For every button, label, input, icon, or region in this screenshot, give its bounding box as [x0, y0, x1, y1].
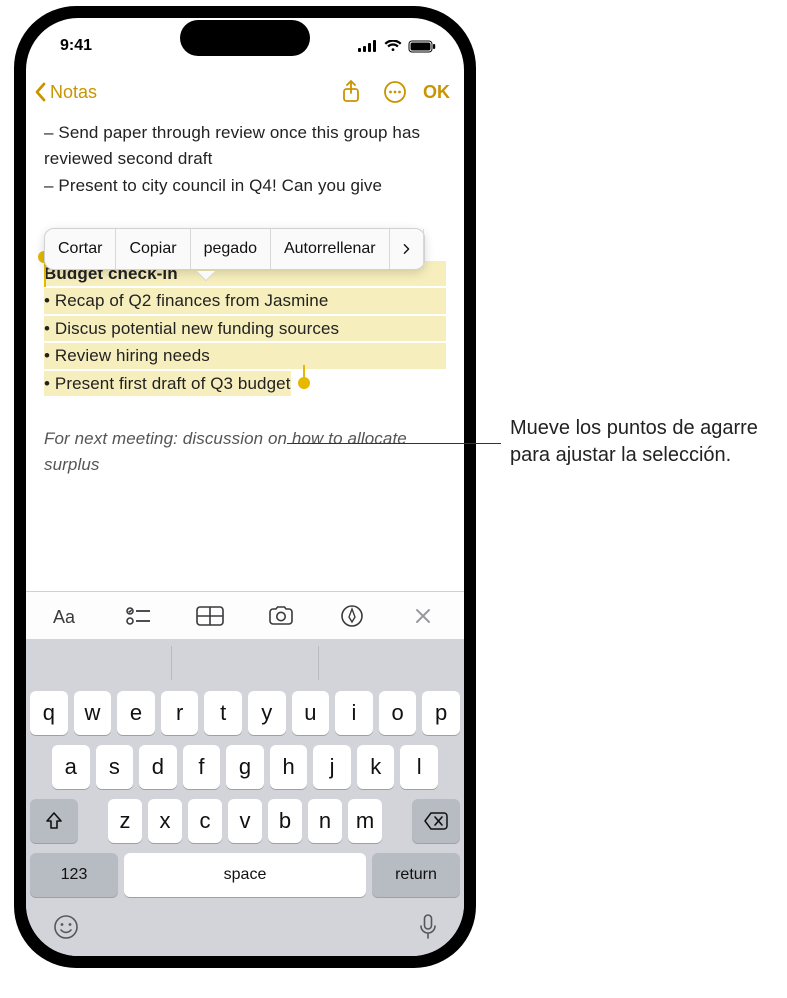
key-l[interactable]: l	[400, 745, 438, 789]
delete-key[interactable]	[412, 799, 460, 843]
table-icon	[196, 606, 224, 626]
selection-bullet: • Recap of Q2 finances from Jasmine	[44, 288, 446, 314]
mic-icon	[418, 913, 438, 941]
text-aa-icon: Aa	[53, 605, 83, 627]
nav-bar: Notas OK	[26, 70, 464, 114]
emoji-button[interactable]	[52, 913, 80, 946]
selection[interactable]: Budget check-in • Recap of Q2 finances f…	[44, 261, 446, 399]
key-q[interactable]: q	[30, 691, 68, 735]
key-i[interactable]: i	[335, 691, 373, 735]
selection-bullet: • Discus potential new funding sources	[44, 316, 446, 342]
chevron-right-icon	[403, 241, 410, 257]
suggestion-cell[interactable]	[26, 646, 172, 680]
return-key[interactable]: return	[372, 853, 460, 897]
suggestion-bar[interactable]	[26, 639, 464, 687]
dynamic-island	[180, 20, 310, 56]
key-h[interactable]: h	[270, 745, 308, 789]
key-o[interactable]: o	[379, 691, 417, 735]
key-k[interactable]: k	[357, 745, 395, 789]
back-label: Notas	[50, 82, 97, 103]
note-body[interactable]: – Send paper through review once this gr…	[26, 114, 464, 479]
menu-copy[interactable]: Copiar	[116, 229, 190, 269]
done-button[interactable]: OK	[423, 82, 450, 103]
delete-icon	[424, 812, 448, 830]
screen: 9:41 Notas OK Cortar Copi	[26, 18, 464, 956]
numeric-key[interactable]: 123	[30, 853, 118, 897]
key-p[interactable]: p	[422, 691, 460, 735]
camera-button[interactable]	[253, 597, 309, 635]
table-button[interactable]	[182, 597, 238, 635]
markup-button[interactable]	[324, 597, 380, 635]
key-m[interactable]: m	[348, 799, 382, 843]
close-toolbar-button[interactable]	[395, 597, 451, 635]
key-n[interactable]: n	[308, 799, 342, 843]
status-right	[358, 40, 436, 53]
selection-bullet: • Present first draft of Q3 budget	[44, 371, 291, 397]
suggestion-cell[interactable]	[319, 646, 464, 680]
menu-more[interactable]	[390, 229, 424, 269]
text-format-button[interactable]: Aa	[40, 597, 96, 635]
phone-frame: 9:41 Notas OK Cortar Copi	[14, 6, 476, 968]
key-r[interactable]: r	[161, 691, 199, 735]
menu-cut[interactable]: Cortar	[45, 229, 116, 269]
key-x[interactable]: x	[148, 799, 182, 843]
space-key[interactable]: space	[124, 853, 366, 897]
key-z[interactable]: z	[108, 799, 142, 843]
share-icon	[341, 80, 361, 104]
key-w[interactable]: w	[74, 691, 112, 735]
checklist-button[interactable]	[111, 597, 167, 635]
pen-icon	[340, 605, 364, 627]
shift-key[interactable]	[30, 799, 78, 843]
checklist-icon	[126, 606, 152, 626]
suggestion-cell[interactable]	[172, 646, 318, 680]
status-time: 9:41	[60, 37, 92, 55]
ellipsis-circle-icon	[383, 80, 407, 104]
cellular-icon	[358, 40, 378, 52]
note-footnote: For next meeting: discussion on how to a…	[44, 426, 446, 477]
menu-autofill[interactable]: Autorrellenar	[271, 229, 390, 269]
callout-leader	[287, 443, 501, 444]
key-a[interactable]: a	[52, 745, 90, 789]
keyboard: qwertyuiop asdfghjkl zxcvbnm 123 space r…	[26, 687, 464, 956]
key-u[interactable]: u	[292, 691, 330, 735]
key-y[interactable]: y	[248, 691, 286, 735]
wifi-icon	[384, 40, 402, 52]
key-c[interactable]: c	[188, 799, 222, 843]
note-line: – Present to city council in Q4! Can you…	[44, 173, 446, 199]
callout-text: Mueve los puntos de agarre para ajustar …	[510, 415, 780, 469]
dictation-button[interactable]	[418, 913, 438, 946]
key-b[interactable]: b	[268, 799, 302, 843]
more-button[interactable]	[375, 77, 415, 107]
back-button[interactable]: Notas	[32, 80, 97, 104]
key-f[interactable]: f	[183, 745, 221, 789]
key-g[interactable]: g	[226, 745, 264, 789]
camera-icon	[267, 606, 295, 626]
battery-icon	[408, 40, 436, 53]
shift-icon	[44, 811, 64, 831]
note-line: – Send paper through review once this gr…	[44, 120, 446, 171]
menu-paste[interactable]: pegado	[191, 229, 271, 269]
key-e[interactable]: e	[117, 691, 155, 735]
close-icon	[414, 607, 432, 625]
format-toolbar: Aa	[26, 591, 464, 639]
emoji-icon	[52, 913, 80, 941]
key-d[interactable]: d	[139, 745, 177, 789]
svg-text:Aa: Aa	[53, 607, 76, 627]
key-v[interactable]: v	[228, 799, 262, 843]
key-t[interactable]: t	[204, 691, 242, 735]
chevron-left-icon	[32, 80, 50, 104]
keyboard-dock	[30, 907, 460, 948]
key-j[interactable]: j	[313, 745, 351, 789]
edit-menu: Cortar Copiar pegado Autorrellenar	[44, 228, 425, 270]
share-button[interactable]	[331, 77, 371, 107]
key-s[interactable]: s	[96, 745, 134, 789]
selection-bullet: • Review hiring needs	[44, 343, 446, 369]
